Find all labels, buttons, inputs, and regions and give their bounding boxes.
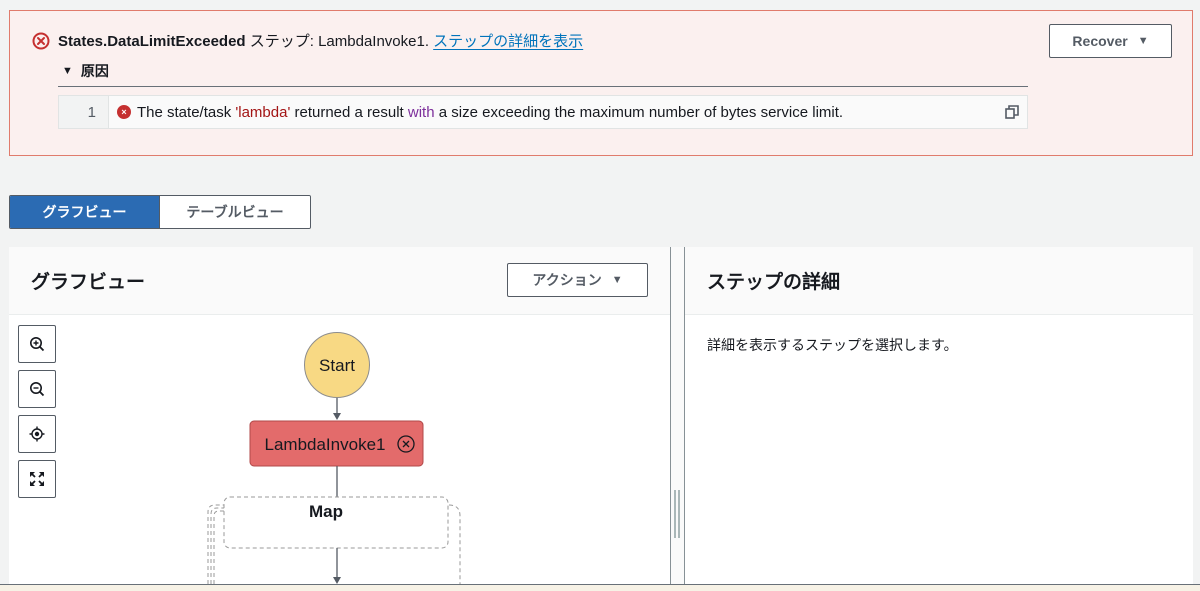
map-node[interactable]: Map — [207, 496, 461, 584]
code-text-2: returned a result — [290, 103, 408, 121]
error-step-label: ステップ: LambdaInvoke1. — [245, 33, 434, 50]
zoom-controls — [18, 325, 56, 498]
zoom-out-button[interactable] — [18, 370, 56, 408]
zoom-in-button[interactable] — [18, 325, 56, 363]
code-string: 'lambda' — [235, 103, 291, 121]
expand-arrows-icon — [29, 471, 45, 487]
arrowhead-icon — [333, 413, 341, 420]
start-node[interactable]: Start — [304, 332, 370, 398]
error-dot-icon: × — [117, 105, 131, 119]
view-toggle: グラフビュー テーブルビュー — [9, 195, 311, 229]
lambda-invoke-label: LambdaInvoke1 — [265, 435, 386, 454]
cause-expander[interactable]: ▼ 原因 — [62, 61, 109, 81]
code-keyword: with — [407, 103, 435, 121]
zoom-in-icon — [30, 337, 45, 352]
caret-down-icon: ▼ — [1137, 35, 1149, 47]
bottom-bar — [0, 584, 1200, 591]
cause-code-box: 1 × The state/task 'lambda' returned a r… — [58, 95, 1028, 129]
right-gutter — [1193, 247, 1200, 584]
error-code: States.DataLimitExceeded — [58, 33, 246, 50]
center-target-icon — [29, 426, 45, 442]
code-text-3: a size exceeding the maximum number of b… — [434, 103, 844, 121]
recover-button-label: Recover — [1072, 33, 1128, 49]
tab-graph-view[interactable]: グラフビュー — [10, 196, 160, 228]
error-title: States.DataLimitExceeded ステップ: LambdaInv… — [58, 32, 583, 52]
cause-divider — [58, 86, 1028, 87]
error-circle-icon — [32, 32, 50, 50]
details-placeholder: 詳細を表示するステップを選択します。 — [707, 337, 958, 353]
lambda-invoke-node[interactable]: LambdaInvoke1 — [249, 420, 424, 467]
recover-button[interactable]: Recover ▼ — [1049, 24, 1172, 58]
drag-handle-icon — [674, 490, 680, 538]
caret-down-icon: ▼ — [611, 274, 623, 286]
tab-table-view[interactable]: テーブルビュー — [160, 196, 310, 228]
graph-panel: グラフビュー アクション ▼ Start LambdaInvoke1 Map — [9, 247, 670, 584]
graph-panel-title: グラフビュー — [31, 272, 146, 293]
actions-button-label: アクション — [532, 272, 602, 288]
map-node-label: Map — [309, 502, 343, 521]
center-button[interactable] — [18, 415, 56, 453]
fit-button[interactable] — [18, 460, 56, 498]
line-number: 1 — [59, 96, 109, 128]
cause-label: 原因 — [80, 63, 109, 79]
step-details-panel: ステップの詳細 詳細を表示するステップを選択します。 — [685, 247, 1193, 584]
start-node-label: Start — [319, 356, 355, 375]
error-banner: States.DataLimitExceeded ステップ: LambdaInv… — [9, 10, 1193, 156]
copy-icon[interactable] — [1005, 105, 1019, 119]
panel-splitter[interactable] — [670, 247, 685, 584]
step-details-link[interactable]: ステップの詳細を表示 — [433, 33, 583, 50]
cause-text: The state/task 'lambda' returned a resul… — [137, 104, 843, 121]
actions-button[interactable]: アクション ▼ — [507, 263, 648, 297]
details-panel-header: ステップの詳細 — [685, 247, 1193, 315]
caret-down-icon: ▼ — [62, 65, 73, 77]
code-text-1: The state/task — [137, 103, 236, 121]
graph-panel-header: グラフビュー アクション ▼ — [9, 247, 670, 315]
zoom-out-icon — [30, 382, 45, 397]
arrowhead-icon — [333, 577, 341, 584]
state-machine-graph: Start LambdaInvoke1 Map — [207, 332, 461, 584]
details-panel-title: ステップの詳細 — [707, 272, 841, 293]
